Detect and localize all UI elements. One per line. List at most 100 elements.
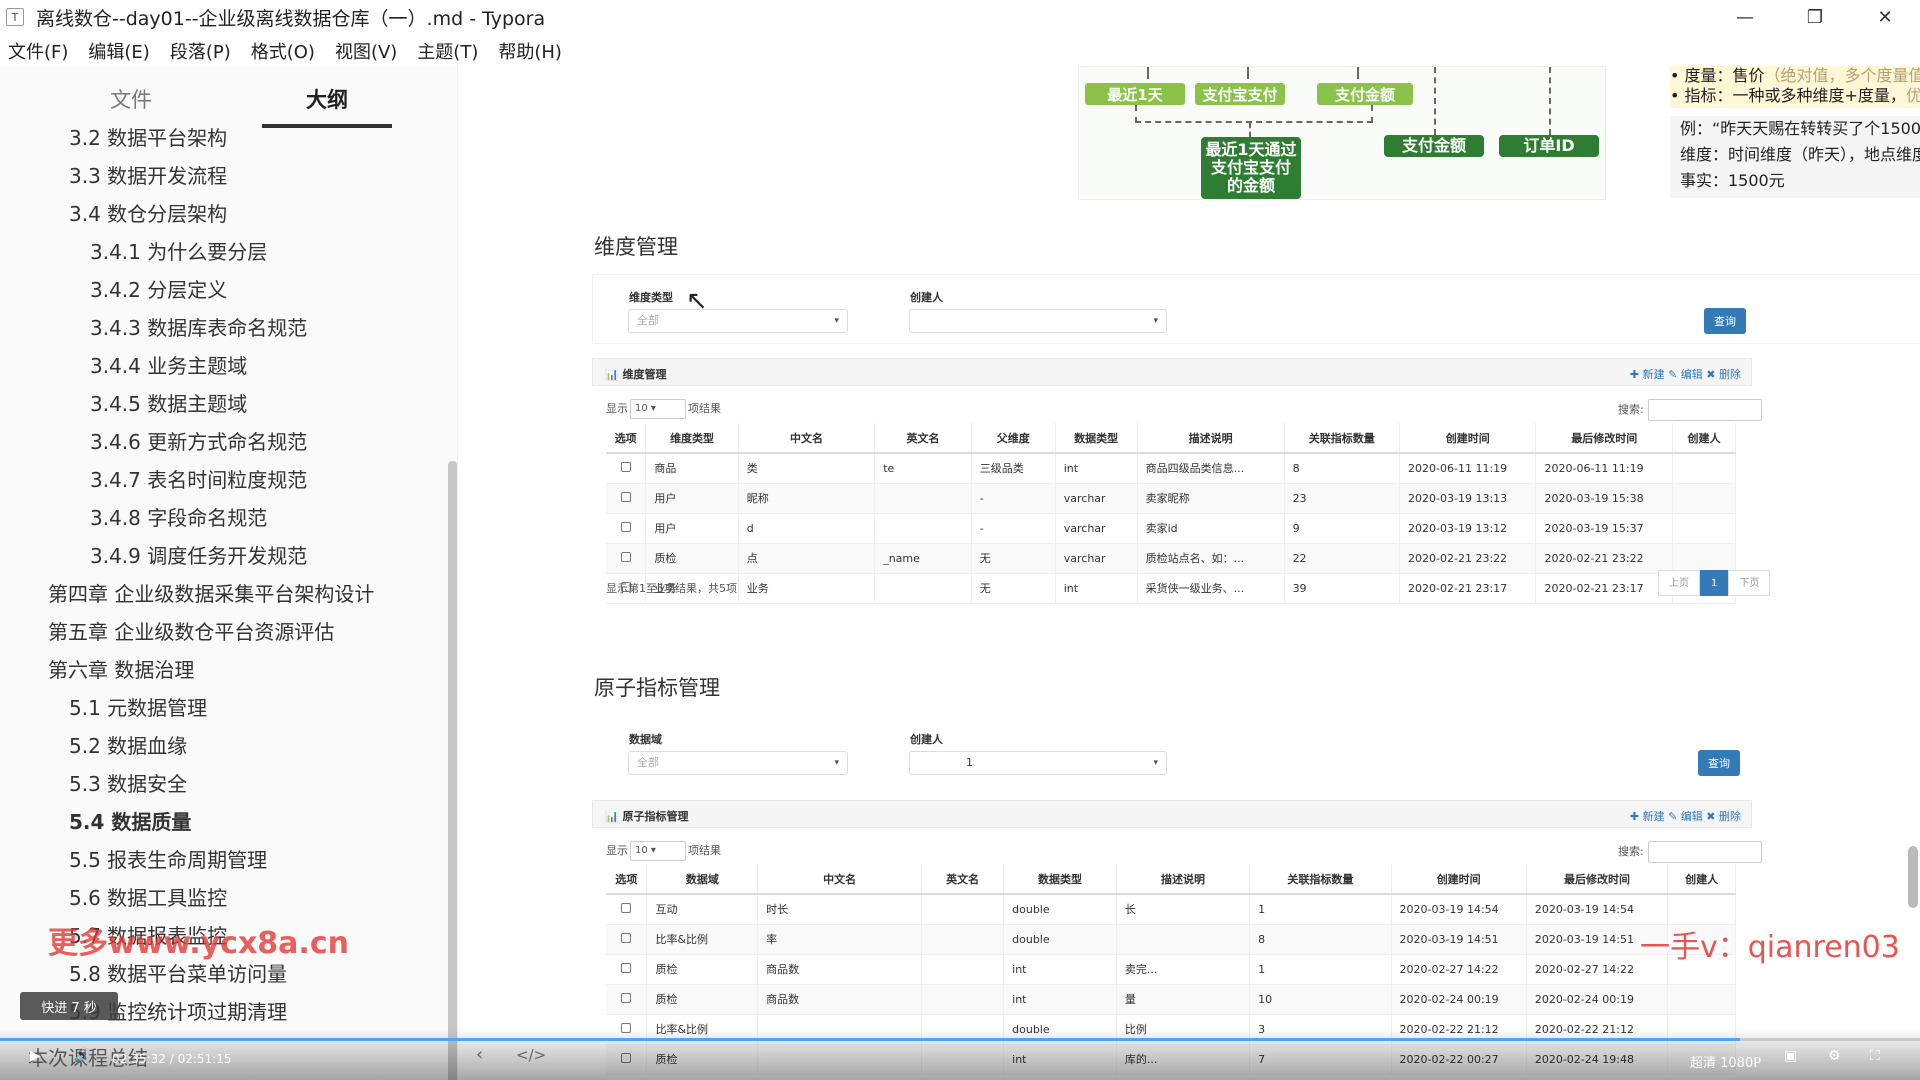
- page-size-select[interactable]: 10 ▾: [630, 841, 686, 861]
- outline-item[interactable]: 第五章 企业级数仓平台资源评估: [48, 616, 334, 645]
- row-checkbox[interactable]: [621, 992, 632, 1003]
- column-header[interactable]: 英文名: [921, 864, 1005, 895]
- dimension-query-button[interactable]: 查询: [1704, 308, 1746, 334]
- page-size-select[interactable]: 10 ▾: [630, 399, 686, 419]
- outline-item[interactable]: 3.4.9 调度任务开发规范: [90, 540, 307, 569]
- table-row[interactable]: 业务 业务无 int 采货侠一级业务、... 39 2020-02-21 23:17 202…: [606, 573, 1737, 604]
- table-cell: 点: [738, 543, 876, 574]
- column-header[interactable]: 中文名: [738, 423, 876, 454]
- chevron-left-icon[interactable]: ‹: [476, 1044, 483, 1065]
- column-header[interactable]: 英文名: [874, 423, 972, 454]
- column-header[interactable]: 关联指标数量: [1249, 864, 1392, 895]
- outline-item[interactable]: 3.4.8 字段命名规范: [90, 502, 267, 531]
- menu-format[interactable]: 格式(O): [251, 38, 315, 64]
- outline-item[interactable]: 3.2 数据平台架构: [69, 122, 227, 151]
- restore-icon[interactable]: ❐: [1780, 0, 1850, 34]
- row-checkbox[interactable]: [620, 461, 631, 472]
- outline-item[interactable]: 第六章 数据治理: [48, 654, 194, 683]
- filter-data-domain-select[interactable]: 全部 ▾: [628, 751, 848, 775]
- outline-item[interactable]: 5.2 数据血缘: [69, 730, 187, 759]
- table-row[interactable]: 质检 商品数 int 卖完... 1 2020-02-27 14:22 2020-02-27…: [606, 954, 1736, 985]
- menu-paragraph[interactable]: 段落(P): [170, 38, 231, 64]
- column-header[interactable]: 创建人: [1672, 423, 1737, 454]
- pager-page-1[interactable]: 1: [1700, 570, 1729, 596]
- column-header[interactable]: 描述说明: [1137, 423, 1285, 454]
- outline-item[interactable]: 5.1 元数据管理: [69, 692, 207, 721]
- atomic-search-input[interactable]: [1647, 841, 1762, 863]
- quality-selector[interactable]: 超清 1080P: [1690, 1052, 1761, 1071]
- pager-next[interactable]: 下页: [1728, 570, 1771, 596]
- table-row[interactable]: 互动 时长 double 长 1 2020-03-19 14:54 2020-03-19 1…: [606, 894, 1736, 925]
- menu-edit[interactable]: 编辑(E): [88, 38, 149, 64]
- column-header[interactable]: 最后修改时间: [1526, 864, 1669, 895]
- camera-icon[interactable]: ▣: [1784, 1048, 1797, 1064]
- column-header[interactable]: 创建时间: [1399, 423, 1537, 454]
- table-row[interactable]: 质检 商品数 int 量 10 2020-02-24 00:19 2020-02-24 00…: [606, 984, 1736, 1015]
- column-header[interactable]: 最后修改时间: [1535, 423, 1673, 454]
- row-checkbox[interactable]: [621, 932, 632, 943]
- minimize-icon[interactable]: —: [1710, 0, 1780, 34]
- column-header[interactable]: 创建时间: [1391, 864, 1527, 895]
- sidebar-scrollbar[interactable]: [448, 461, 457, 1080]
- video-progress[interactable]: [0, 1038, 1920, 1041]
- column-header[interactable]: 创建人: [1667, 864, 1736, 895]
- table-row[interactable]: 商品类 te 三级品类 int 商品四级品类信息... 8 2020-06-11 11:19…: [606, 453, 1737, 484]
- column-header[interactable]: 数据类型: [1003, 864, 1117, 895]
- column-header[interactable]: 中文名: [757, 864, 923, 895]
- column-header[interactable]: 数据域: [646, 864, 759, 895]
- outline-item[interactable]: 3.3 数据开发流程: [69, 160, 227, 189]
- outline-item[interactable]: 5.5 报表生命周期管理: [69, 844, 267, 873]
- dimension-table-actions[interactable]: ✚ 新建 ✎ 编辑 ✖ 删除: [1630, 366, 1741, 382]
- row-checkbox[interactable]: [620, 551, 631, 562]
- column-header[interactable]: 维度类型: [645, 423, 739, 454]
- source-code-icon[interactable]: </>: [516, 1046, 546, 1064]
- close-icon[interactable]: ✕: [1850, 0, 1920, 34]
- outline-item[interactable]: 3.4.2 分层定义: [90, 274, 227, 303]
- menu-theme[interactable]: 主题(T): [417, 38, 478, 64]
- outline-item[interactable]: 5.8 数据平台菜单访问量: [69, 958, 287, 987]
- fullscreen-icon[interactable]: ⛶: [1870, 1048, 1880, 1064]
- outline-item[interactable]: 3.4.7 表名时间粒度规范: [90, 464, 307, 493]
- column-header[interactable]: 描述说明: [1116, 864, 1251, 895]
- column-header[interactable]: 父维度: [971, 423, 1056, 454]
- filter-dimension-type-select[interactable]: 全部 ▾: [628, 309, 848, 333]
- table-row[interactable]: 比率&比例率 double 8 2020-03-19 14:51 2020-03-19 …: [606, 924, 1736, 955]
- table-cell: [921, 894, 1005, 925]
- table-row[interactable]: 质检点 _name 无 varchar 质检站点名、如：... 22 2020-02-21 …: [606, 543, 1737, 574]
- menu-file[interactable]: 文件(F): [8, 38, 68, 64]
- outline-item[interactable]: 3.4.5 数据主题域: [90, 388, 247, 417]
- play-icon[interactable]: ▶: [30, 1048, 41, 1064]
- outline-item[interactable]: 3.4.6 更新方式命名规范: [90, 426, 307, 455]
- table-row[interactable]: 用户 d - varchar 卖家id 9 2020-03-19 13:12 2020-03-…: [606, 513, 1737, 544]
- atomic-table-actions[interactable]: ✚ 新建 ✎ 编辑 ✖ 删除: [1630, 808, 1741, 824]
- outline-item[interactable]: 3.4 数仓分层架构: [69, 198, 227, 227]
- tab-outline[interactable]: 大纲: [262, 84, 392, 128]
- column-header[interactable]: 选项: [606, 423, 647, 454]
- menu-view[interactable]: 视图(V): [335, 38, 397, 64]
- outline-item[interactable]: 3.4.3 数据库表命名规范: [90, 312, 307, 341]
- menu-help[interactable]: 帮助(H): [498, 38, 562, 64]
- table-cell: [921, 924, 1005, 955]
- content-scrollbar[interactable]: [1908, 846, 1918, 908]
- row-checkbox[interactable]: [620, 521, 631, 532]
- pager-prev[interactable]: 上页: [1658, 570, 1700, 596]
- dimension-search-input[interactable]: [1647, 399, 1762, 421]
- column-header[interactable]: 选项: [606, 864, 648, 895]
- gear-icon[interactable]: ⚙: [1828, 1048, 1841, 1064]
- outline-item[interactable]: 3.4.4 业务主题域: [90, 350, 247, 379]
- outline-item[interactable]: 5.3 数据安全: [69, 768, 187, 797]
- outline-item[interactable]: 5.4 数据质量: [69, 806, 191, 835]
- filter-creator-select[interactable]: ▾: [909, 309, 1167, 333]
- outline-item[interactable]: 5.6 数据工具监控: [69, 882, 227, 911]
- volume-icon[interactable]: 🔊: [74, 1048, 91, 1064]
- row-checkbox[interactable]: [621, 962, 632, 973]
- column-header[interactable]: 数据类型: [1055, 423, 1138, 454]
- outline-item[interactable]: 第四章 企业级数据采集平台架构设计: [48, 578, 374, 607]
- table-row[interactable]: 用户 昵称 - varchar 卖家昵称 23 2020-03-19 13:13 2020-0…: [606, 483, 1737, 514]
- row-checkbox[interactable]: [621, 902, 632, 913]
- atomic-query-button[interactable]: 查询: [1698, 750, 1740, 776]
- column-header[interactable]: 关联指标数量: [1284, 423, 1401, 454]
- atomic-filter-creator-select[interactable]: 1 ▾: [909, 751, 1167, 775]
- outline-item[interactable]: 3.4.1 为什么要分层: [90, 236, 267, 265]
- row-checkbox[interactable]: [620, 491, 631, 502]
